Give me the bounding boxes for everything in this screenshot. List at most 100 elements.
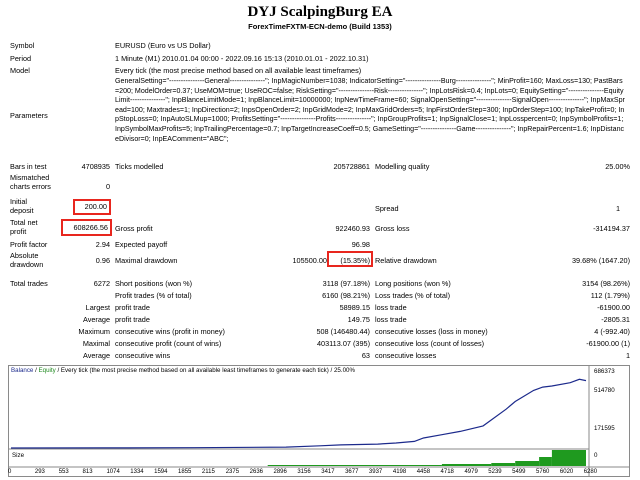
x-tick-label: 2375 xyxy=(225,469,240,475)
maxl-cl-label: consecutive loss (count of losses) xyxy=(375,339,485,348)
largest-pt-label: profit trade xyxy=(115,303,150,312)
symbol-label: Symbol xyxy=(10,41,35,50)
netprofit-value: 608266.56 xyxy=(73,223,109,232)
size-bar xyxy=(267,465,442,466)
deposit-value: 200.00 xyxy=(84,202,107,211)
largest-label: Largest xyxy=(85,303,110,312)
largest-lt-label: loss trade xyxy=(375,303,407,312)
x-tick-label: 293 xyxy=(34,469,45,475)
netprofit-label-2: profit xyxy=(10,227,27,236)
mq-value: 25.00% xyxy=(605,162,630,171)
y-tick-label: 0 xyxy=(594,452,598,459)
average2-label: Average xyxy=(82,351,110,360)
avg-pt-value: 149.75 xyxy=(347,315,370,324)
long-value: 3154 (98.26%) xyxy=(582,279,630,288)
largest-lt-value: -61900.00 xyxy=(597,303,630,312)
size-bar xyxy=(539,457,552,466)
deposit-label-2: deposit xyxy=(10,206,34,215)
mismatch-value: 0 xyxy=(105,182,110,191)
parameters-value: GeneralSetting="---------------General--… xyxy=(115,77,625,143)
size-label: Size xyxy=(12,452,25,459)
maxl-cl-value: -61900.00 (1) xyxy=(586,339,630,348)
size-bar xyxy=(441,464,492,466)
ep-label: Expected payoff xyxy=(115,240,168,249)
parameters-label: Parameters xyxy=(10,111,48,120)
x-tick-label: 3156 xyxy=(297,469,311,475)
avg-lt-value: -2805.31 xyxy=(601,315,630,324)
y-tick-label: 171595 xyxy=(594,424,615,432)
x-tick-label: 5499 xyxy=(512,469,526,475)
y-tick-label: 514780 xyxy=(594,386,615,394)
max-cl-value: 4 (-992.40) xyxy=(594,327,630,336)
max-cl-label: consecutive losses (loss in money) xyxy=(375,327,488,336)
size-bar xyxy=(515,461,539,466)
x-tick-label: 3677 xyxy=(345,469,359,475)
x-tick-label: 1594 xyxy=(154,469,168,475)
bars-value: 4708935 xyxy=(81,162,110,171)
balance-chart: Balance / Equity / Every tick (the most … xyxy=(8,365,630,477)
avg-lt-label: loss trade xyxy=(375,315,407,324)
x-tick-label: 0 xyxy=(8,469,12,475)
maxl-cp-value: 403113.07 (395) xyxy=(316,339,370,348)
avg-cl-label: consecutive losses xyxy=(375,351,437,360)
x-tick-label: 2115 xyxy=(201,469,215,475)
spread-label: Spread xyxy=(375,204,399,213)
maximal-label: Maximal xyxy=(82,339,110,348)
absdd-label-2: drawdown xyxy=(10,260,44,269)
maximum-label: Maximum xyxy=(78,327,110,336)
spread-value: 1 xyxy=(615,204,620,213)
maxdd-percent: (15.35%) xyxy=(340,256,370,265)
grossprofit-value: 922460.93 xyxy=(335,224,371,233)
absdd-label-1: Absolute xyxy=(10,251,39,260)
size-bar xyxy=(551,450,586,466)
chart-plot xyxy=(9,366,629,476)
long-label: Long positions (won %) xyxy=(375,279,451,288)
maxdd-label: Maximal drawdown xyxy=(115,256,178,265)
lt-label: Loss trades (% of total) xyxy=(375,291,451,300)
pf-value: 2.94 xyxy=(95,240,110,249)
grossloss-label: Gross loss xyxy=(375,224,410,233)
report-subtitle: ForexTimeFXTM-ECN-demo (Build 1353) xyxy=(248,22,392,31)
x-tick-label: 2896 xyxy=(273,469,287,475)
x-tick-label: 553 xyxy=(58,469,69,475)
max-cw-value: 508 (146480.44) xyxy=(316,327,370,336)
y-tick-label: 686373 xyxy=(594,368,615,375)
maxdd-value: 105500.00 xyxy=(292,256,328,265)
size-bar xyxy=(491,463,516,466)
model-label: Model xyxy=(10,66,30,75)
avg-cl-value: 1 xyxy=(625,351,630,360)
x-tick-label: 1855 xyxy=(178,469,192,475)
report-title: DYJ ScalpingBurg EA xyxy=(247,4,393,20)
average-label: Average xyxy=(82,315,110,324)
x-tick-label: 1074 xyxy=(106,469,120,475)
deposit-label-1: Initial xyxy=(10,197,28,206)
lt-value: 112 (1.79%) xyxy=(590,291,630,300)
period-label: Period xyxy=(10,54,32,63)
size-bars xyxy=(267,450,586,466)
reldd-label: Relative drawdown xyxy=(375,256,437,265)
short-value: 3118 (97.18%) xyxy=(322,279,370,288)
mq-label: Modelling quality xyxy=(375,162,430,171)
x-tick-label: 4718 xyxy=(440,469,454,475)
series-line-balance xyxy=(10,378,587,449)
reldd-value: 39.68% (1647.20) xyxy=(571,256,630,265)
bars-label: Bars in test xyxy=(10,162,47,171)
x-tick-label: 3937 xyxy=(368,469,383,475)
x-tick-label: 4198 xyxy=(392,469,407,475)
x-tick-label: 5239 xyxy=(488,469,502,475)
pt-label: Profit trades (% of total) xyxy=(115,291,192,300)
ticks-value: 205728861 xyxy=(333,162,370,171)
x-tick-label: 5760 xyxy=(536,469,550,475)
mismatch-label-1: Mismatched xyxy=(10,173,50,182)
ep-value: 96.98 xyxy=(351,240,370,249)
grossloss-value: -314194.37 xyxy=(593,224,630,233)
x-tick-label: 4979 xyxy=(464,469,478,475)
model-value: Every tick (the most precise method base… xyxy=(115,66,362,75)
avg-pt-label: profit trade xyxy=(115,315,150,324)
x-tick-label: 813 xyxy=(82,469,93,475)
largest-pt-value: 58989.15 xyxy=(339,303,370,312)
period-value: 1 Minute (M1) 2010.01.04 00:00 - 2022.09… xyxy=(115,54,369,63)
pf-label: Profit factor xyxy=(10,240,48,249)
pt-value: 6160 (98.21%) xyxy=(322,291,370,300)
absdd-value: 0.96 xyxy=(95,256,110,265)
